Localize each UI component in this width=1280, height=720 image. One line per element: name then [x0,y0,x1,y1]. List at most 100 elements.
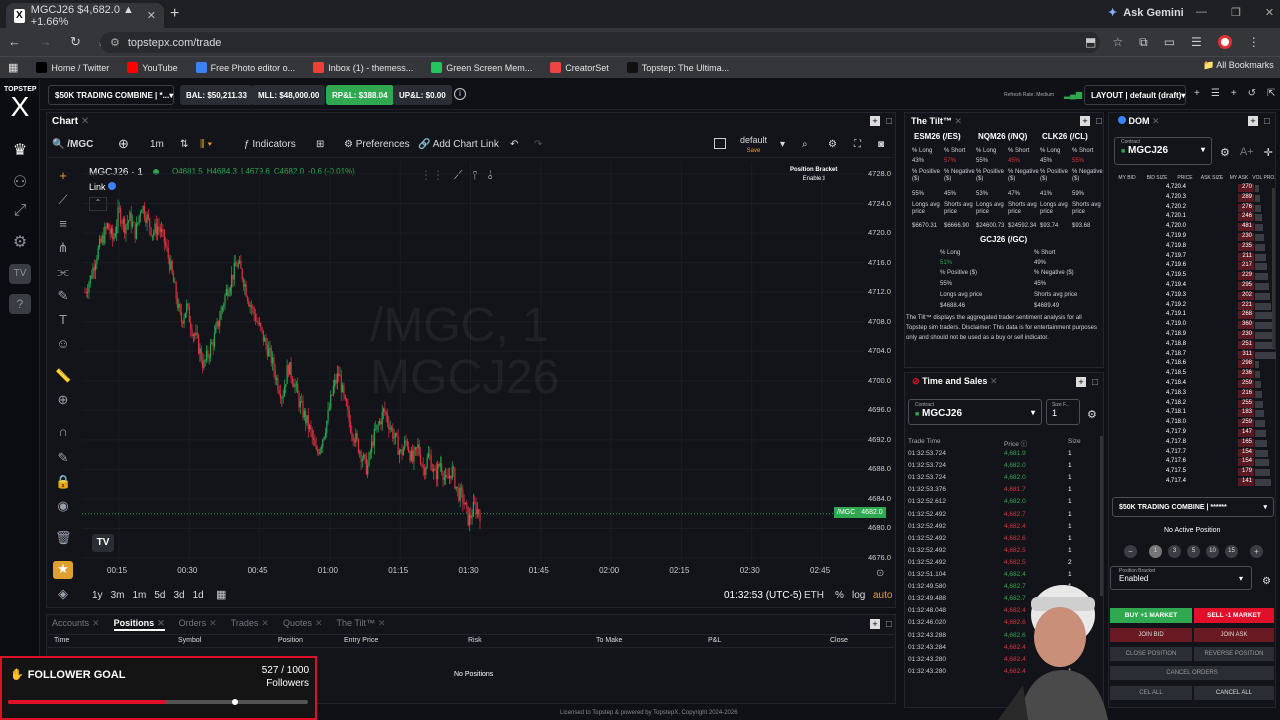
qty-minus-button[interactable]: − [1124,545,1137,558]
forward-icon[interactable]: → [39,34,52,50]
layout-reset-icon[interactable]: ↺ [1248,88,1256,99]
templates-icon[interactable]: ⊞ [316,139,324,150]
bottom-tab[interactable]: The Tilt™ ✕ [337,618,386,631]
dom-row[interactable]: 4,717.7 154 [1112,448,1274,458]
timeframe-5d[interactable]: 5d [154,590,165,601]
bookmark-item[interactable]: Home / Twitter [27,62,118,73]
tradingview-logo[interactable]: TV [92,534,114,552]
add-panel-icon[interactable]: + [1076,377,1086,387]
undo-icon[interactable]: ↶ [510,139,518,150]
join-bid-button[interactable]: JOIN BID [1110,628,1192,642]
redo-icon[interactable]: ↷ [534,139,542,150]
profile-avatar[interactable] [1217,35,1232,49]
sell-market-button[interactable]: SELL -1 MARKET [1194,608,1274,623]
add-panel-icon[interactable]: + [870,116,880,126]
close-panel-icon[interactable]: ✕ [990,376,998,386]
add-chart-link-button[interactable]: 🔗 Add Chart Link [418,139,499,150]
close-panel-icon[interactable]: ✕ [81,116,89,127]
dom-row[interactable]: 4,718.2 255 [1112,399,1274,409]
bottom-tab[interactable]: Accounts ✕ [52,618,100,631]
bookmark-star-icon[interactable]: ☆ [1112,35,1123,50]
add-panel-icon[interactable]: + [870,619,880,629]
bookmark-item[interactable]: Topstep: The Ultima... [618,62,738,73]
auto-toggle[interactable]: auto [873,590,892,601]
community-icon[interactable]: ⚇ [9,172,31,192]
bookmark-item[interactable]: YouTube [118,62,186,73]
tv-icon[interactable]: TV [9,264,31,284]
dom-row[interactable]: 4,717.9 147 [1112,429,1274,438]
add-panel-icon[interactable]: + [1080,116,1090,126]
bar-style-icon[interactable]: ⇅ [180,139,188,150]
close-panel-icon[interactable]: ✕ [954,116,962,126]
qty-plus-button[interactable]: + [1250,545,1263,558]
settings-icon[interactable]: ⚙ [9,232,31,252]
timeframe-3m[interactable]: 3m [111,590,125,601]
extensions-icon[interactable]: ⧉ [1139,35,1148,50]
timeframe-1y[interactable]: 1y [92,590,103,601]
layout-export-icon[interactable]: ⇱ [1267,88,1275,99]
layout-list-icon[interactable]: ☰ [1211,88,1220,99]
close-panel-icon[interactable]: ✕ [1152,116,1160,126]
layout-select[interactable]: LAYOUT | default (draft) ▾ [1084,85,1186,105]
dom-row[interactable]: 4,718.5 236 [1112,370,1274,379]
dom-row[interactable]: 4,719.5 229 [1112,272,1274,281]
fullscreen-icon[interactable]: ⛶ [854,139,861,150]
layout-square-icon[interactable] [714,138,726,149]
session-toggle[interactable]: ETH [804,590,824,601]
alert-search-icon[interactable]: ⌕ [802,139,808,150]
dom-row[interactable]: 4,720.0 481 [1112,223,1274,232]
url-field[interactable]: ⚙ topstepx.com/trade [100,32,1100,53]
indicators-button[interactable]: ƒ Indicators [244,139,296,150]
dom-row[interactable]: 4,719.9 230 [1112,233,1274,242]
lock-icon[interactable]: 🔒 [55,474,71,490]
dom-center-icon[interactable]: ✛ [1264,146,1273,159]
cancel-orders-button[interactable]: CANCEL ORDERS [1110,666,1274,680]
layout-add-icon[interactable]: + [1194,88,1200,99]
cancel-all-button[interactable]: CANCEL ALL [1194,686,1274,700]
interval-select[interactable]: 1m [150,139,164,150]
qty-button[interactable]: 15 [1225,545,1238,558]
dom-row[interactable]: 4,719.6 217 [1112,262,1274,271]
dom-scrollbar[interactable] [1272,188,1275,348]
ask-gemini-button[interactable]: ✦ Ask Gemini [1108,6,1184,20]
timeframe-3d[interactable]: 3d [174,590,185,601]
close-tab-icon[interactable]: ✕ [92,618,100,628]
camera-icon[interactable]: ◙ [878,139,884,150]
close-tab-icon[interactable]: ✕ [157,618,165,628]
bottom-tab[interactable]: Orders ✕ [179,618,217,631]
bookmark-item[interactable]: Inbox (1) - themess... [304,62,422,73]
dom-row[interactable]: 4,719.7 211 [1112,252,1274,262]
tns-scrollbar[interactable] [1100,436,1103,596]
trash-icon[interactable]: 🗑 [55,530,72,546]
dom-row[interactable]: 4,718.7 311 [1112,350,1276,360]
chart-settings-icon[interactable]: ⚙ [828,139,837,150]
layout-plus-icon[interactable]: + [1231,88,1237,99]
dom-row[interactable]: 4,719.4 295 [1112,282,1274,291]
join-ask-button[interactable]: JOIN ASK [1194,628,1274,642]
close-tab-icon[interactable]: ✕ [315,618,323,628]
bottom-tab[interactable]: Quotes ✕ [283,618,323,631]
dom-row[interactable]: 4,719.3 202 [1112,291,1274,301]
fib-icon[interactable]: ⫘ [55,264,71,280]
dom-row[interactable]: 4,718.6 298 [1112,360,1274,369]
measure-icon[interactable]: 📏 [55,368,71,384]
dom-row[interactable]: 4,718.3 216 [1112,389,1274,399]
bookmark-item[interactable]: CreatorSet [541,62,618,73]
pitchfork-icon[interactable]: ⋔ [55,240,71,256]
brush-icon[interactable]: ✎ [55,288,71,304]
emoji-icon[interactable]: ☺ [55,336,71,352]
font-size-icon[interactable]: A+ [1240,146,1254,159]
dom-row[interactable]: 4,720.4 270 [1112,184,1274,193]
magnet-icon[interactable]: ∩ [55,424,71,440]
new-tab-button[interactable]: + [170,5,179,23]
symbol-search[interactable]: 🔍 /MGC [52,139,93,150]
account-select[interactable]: $50K TRADING COMBINE | *... ▾ [48,85,174,105]
qty-button[interactable]: 3 [1168,545,1181,558]
dom-bracket-select[interactable]: Position Bracket Enabled ▾ [1110,566,1252,590]
percent-toggle[interactable]: % [835,590,844,601]
dom-row[interactable]: 4,717.4 141 [1112,478,1274,487]
dom-row[interactable]: 4,718.9 230 [1112,331,1274,340]
menu-icon[interactable]: ⋮ [1248,35,1260,50]
time-axis[interactable]: 00:15 00:30 00:45 01:00 01:15 01:30 01:45 02:00… [82,566,864,580]
dom-row[interactable]: 4,719.0 360 [1112,321,1274,330]
